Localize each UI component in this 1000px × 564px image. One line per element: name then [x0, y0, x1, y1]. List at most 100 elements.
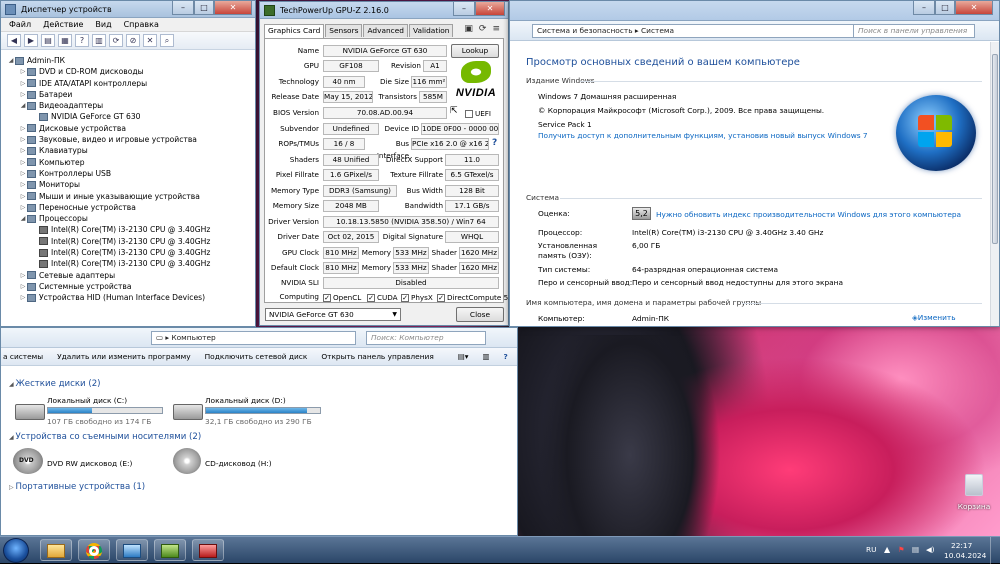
device-tree-item[interactable]: ▷ Сетевые адаптеры: [7, 270, 251, 281]
volume-icon[interactable]: ◀): [926, 545, 935, 554]
view-options-icon[interactable]: ▤▾: [458, 352, 469, 361]
device-tree-item[interactable]: ▷ Клавиатуры: [7, 145, 251, 156]
computer-breadcrumb[interactable]: ▭ ▸ Компьютер: [151, 331, 356, 345]
device-tree-item[interactable]: Intel(R) Core(TM) i3-2130 CPU @ 3.40GHz: [7, 247, 251, 258]
expand-arrow-icon[interactable]: ▷: [19, 134, 27, 145]
forward-icon[interactable]: ▶: [24, 34, 38, 47]
rating-link[interactable]: Нужно обновить индекс производительности…: [656, 210, 961, 219]
device-tree-item[interactable]: ◢ Процессоры: [7, 213, 251, 224]
device-tree-item[interactable]: Intel(R) Core(TM) i3-2130 CPU @ 3.40GHz: [7, 258, 251, 269]
cmd-system-properties[interactable]: а системы: [3, 352, 43, 361]
more-features-link[interactable]: Получить доступ к дополнительным функция…: [538, 131, 868, 140]
taskbar-system-icon[interactable]: [116, 539, 148, 561]
device-tree-item[interactable]: ▷ Переносные устройства: [7, 202, 251, 213]
device-tree-item[interactable]: ▷ Системные устройства: [7, 281, 251, 292]
removable-group-header[interactable]: ◢ Устройства со съемными носителями (2): [9, 432, 201, 442]
uninstall-device-icon[interactable]: ✕: [143, 34, 157, 47]
scrollbar-thumb[interactable]: [992, 54, 998, 244]
device-tree-item[interactable]: ▷ Мониторы: [7, 179, 251, 190]
refresh-icon[interactable]: ⟳: [479, 24, 487, 34]
cmd-map-network-drive[interactable]: Подключить сетевой диск: [205, 352, 308, 361]
system-minimize-button[interactable]: –: [913, 1, 935, 15]
close-button[interactable]: ✕: [214, 1, 252, 15]
uefi-checkbox-box[interactable]: [465, 109, 473, 118]
device-manager-titlebar[interactable]: Диспетчер устройств – □ ✕: [1, 1, 255, 18]
action-center-icon[interactable]: ⚑: [898, 545, 905, 554]
collapse-arrow-icon[interactable]: ◢: [19, 100, 27, 111]
show-hidden-icons[interactable]: ▲: [884, 545, 890, 554]
device-tree-item[interactable]: ▷ Батареи: [7, 89, 251, 100]
uefi-checkbox[interactable]: UEFI: [465, 109, 491, 118]
taskbar-gpuz-icon[interactable]: [154, 539, 186, 561]
expand-arrow-icon[interactable]: ▷: [19, 191, 27, 202]
recycle-bin[interactable]: Корзина: [955, 474, 993, 518]
camera-icon[interactable]: ▣: [464, 24, 473, 34]
update-driver-icon[interactable]: ⟳: [109, 34, 123, 47]
expand-arrow-icon[interactable]: ▷: [19, 66, 27, 77]
tab-advanced[interactable]: Advanced: [363, 24, 408, 37]
expand-arrow-icon[interactable]: ▷: [19, 270, 27, 281]
computer-breadcrumb-label[interactable]: Компьютер: [171, 333, 215, 342]
breadcrumb-system[interactable]: Система: [641, 26, 674, 35]
tab-graphics-card[interactable]: Graphics Card: [264, 24, 325, 38]
expand-arrow-icon[interactable]: ▷: [19, 168, 27, 179]
taskbar-device-manager-icon[interactable]: [192, 539, 224, 561]
menu-view[interactable]: Вид: [95, 18, 111, 31]
breadcrumb[interactable]: Система и безопасность ▸ Система: [532, 24, 872, 38]
hdd-group-header[interactable]: ◢ Жесткие диски (2): [9, 379, 101, 389]
properties-icon[interactable]: ▦: [58, 34, 72, 47]
dvd-drive-label[interactable]: DVD RW дисковод (E:): [47, 459, 132, 468]
collapse-arrow-icon[interactable]: ◢: [7, 55, 15, 66]
tab-validation[interactable]: Validation: [408, 24, 454, 37]
system-titlebar[interactable]: – □ ✕: [510, 1, 999, 21]
expand-arrow-icon[interactable]: ▷: [19, 292, 27, 303]
device-tree-item[interactable]: ▷ IDE ATA/ATAPI контроллеры: [7, 78, 251, 89]
expand-arrow-icon[interactable]: ▷: [19, 145, 27, 156]
device-tree-item[interactable]: ▷ Мыши и иные указывающие устройства: [7, 191, 251, 202]
drive-c-name[interactable]: Локальный диск (C:): [47, 396, 127, 405]
expand-arrow-icon[interactable]: ▷: [19, 123, 27, 134]
scrollbar[interactable]: [990, 42, 999, 326]
clock-date[interactable]: 10.04.2024: [944, 551, 986, 560]
preview-pane-icon[interactable]: ▥: [482, 352, 489, 361]
help-icon[interactable]: ?: [503, 352, 507, 361]
change-settings-link[interactable]: ◈Изменить параметры: [912, 313, 972, 326]
cmd-uninstall-program[interactable]: Удалить или изменить программу: [57, 352, 191, 361]
cd-drive-label[interactable]: CD-дисковод (H:): [205, 459, 272, 468]
computer-search[interactable]: Поиск: Компьютер: [366, 331, 486, 345]
language-indicator[interactable]: RU: [866, 545, 877, 554]
disable-device-icon[interactable]: ⊘: [126, 34, 140, 47]
expand-arrow-icon[interactable]: ▷: [19, 281, 27, 292]
collapse-arrow-icon[interactable]: ◢: [19, 213, 27, 224]
expand-arrow-icon[interactable]: ▷: [19, 202, 27, 213]
start-button[interactable]: [3, 538, 29, 563]
gpuz-close-button[interactable]: ✕: [475, 2, 505, 16]
drive-d-name[interactable]: Локальный диск (D:): [205, 396, 286, 405]
tree-view-icon[interactable]: ▤: [41, 34, 55, 47]
taskbar-explorer-icon[interactable]: [40, 539, 72, 561]
minimize-button[interactable]: –: [172, 1, 194, 15]
device-tree-item[interactable]: ◢ Admin-ПК: [7, 55, 251, 66]
show-hidden-icon[interactable]: ▥: [92, 34, 106, 47]
cmd-open-control-panel[interactable]: Открыть панель управления: [321, 352, 433, 361]
clock-time[interactable]: 22:17: [951, 541, 972, 550]
expand-arrow-icon[interactable]: ▷: [19, 89, 27, 100]
help-icon[interactable]: ?: [75, 34, 89, 47]
taskbar-chrome-icon[interactable]: [78, 539, 110, 561]
maximize-button[interactable]: □: [194, 1, 214, 15]
back-icon[interactable]: ◀: [7, 34, 21, 47]
expand-arrow-icon[interactable]: ▷: [19, 179, 27, 190]
system-close-button[interactable]: ✕: [955, 1, 993, 15]
device-tree-item[interactable]: ▷ Контроллеры USB: [7, 168, 251, 179]
menu-help[interactable]: Справка: [124, 18, 159, 31]
breadcrumb-security[interactable]: Система и безопасность: [537, 26, 633, 35]
scan-hardware-icon[interactable]: ⌕: [160, 34, 174, 47]
portable-group-header[interactable]: ▷ Портативные устройства (1): [9, 482, 145, 492]
menu-icon[interactable]: ≡: [492, 24, 500, 34]
device-tree-item[interactable]: Intel(R) Core(TM) i3-2130 CPU @ 3.40GHz: [7, 236, 251, 247]
device-tree-item[interactable]: ▷ DVD и CD-ROM дисководы: [7, 66, 251, 77]
gpuz-minimize-button[interactable]: –: [453, 2, 475, 16]
card-select[interactable]: NVIDIA GeForce GT 630 ▼: [265, 308, 401, 321]
show-desktop-button[interactable]: [990, 537, 1000, 564]
device-tree-item[interactable]: NVIDIA GeForce GT 630: [7, 111, 251, 122]
